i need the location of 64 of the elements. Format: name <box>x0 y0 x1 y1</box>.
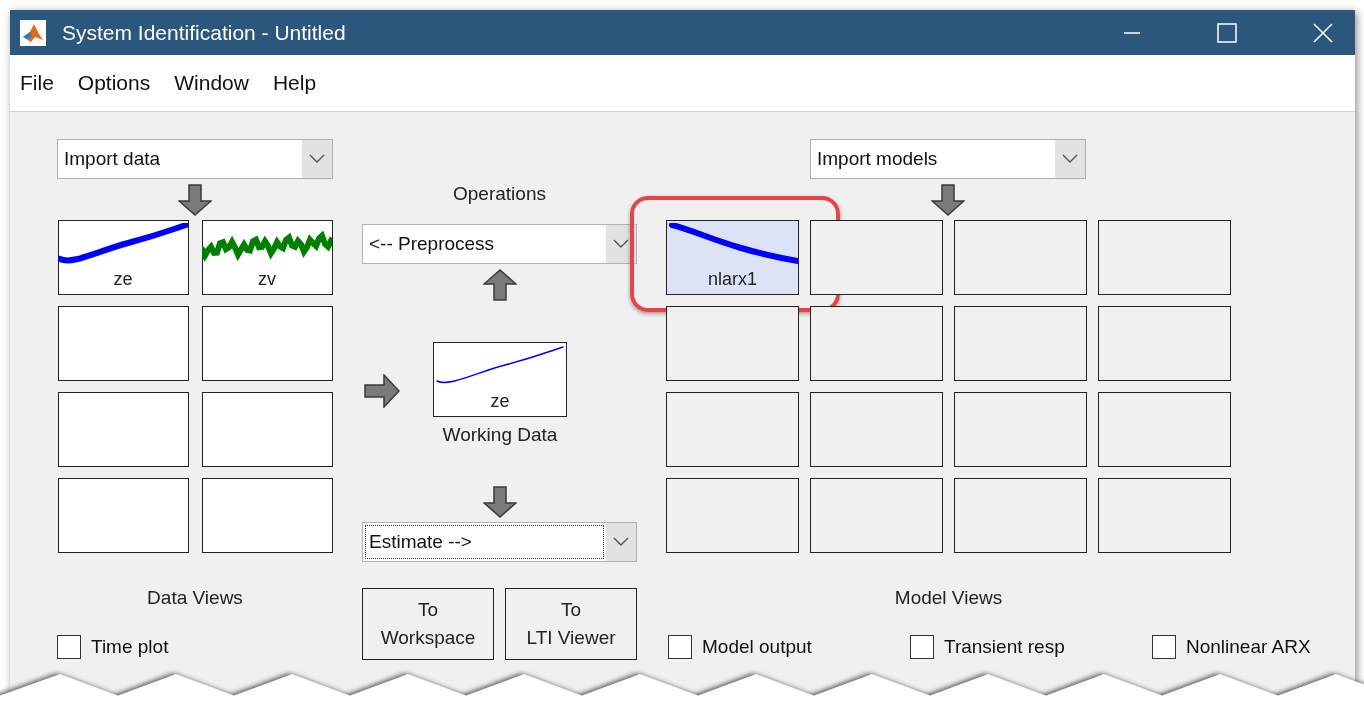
checkbox-label: Nonlinear ARX <box>1186 636 1311 658</box>
down-arrow-icon <box>931 184 965 216</box>
empty-slot[interactable] <box>954 220 1087 295</box>
empty-slot[interactable] <box>666 478 799 553</box>
data-board[interactable]: nlarx1 <box>666 220 799 295</box>
chevron-down-icon <box>309 154 325 164</box>
empty-slot[interactable] <box>1098 478 1231 553</box>
board-label: nlarx1 <box>708 269 757 289</box>
empty-slot[interactable] <box>666 392 799 467</box>
views-heading: Data Views <box>147 587 243 609</box>
checkbox[interactable] <box>668 635 692 659</box>
empty-slot[interactable] <box>1098 306 1231 381</box>
maximize-icon[interactable] <box>1217 22 1237 43</box>
views-heading: Model Views <box>894 587 1003 609</box>
up-arrow-icon <box>482 269 517 301</box>
dropdown[interactable]: <-- Preprocess <box>362 224 637 264</box>
empty-slot[interactable] <box>666 306 799 381</box>
dropdown[interactable]: Import data <box>57 139 333 179</box>
empty-slot[interactable] <box>810 220 943 295</box>
board-label: ze <box>113 269 133 289</box>
empty-slot[interactable] <box>810 306 943 381</box>
empty-slot[interactable] <box>1098 392 1231 467</box>
empty-slot[interactable] <box>954 306 1087 381</box>
down-arrow-icon <box>178 184 212 216</box>
right-arrow-icon <box>364 374 400 408</box>
data-board[interactable]: ze <box>433 342 567 417</box>
empty-slot[interactable] <box>57 392 189 467</box>
empty-slot[interactable] <box>201 306 333 381</box>
checkbox[interactable] <box>910 635 934 659</box>
empty-slot[interactable] <box>201 392 333 467</box>
peak-logo-icon <box>20 19 46 46</box>
empty-slot[interactable] <box>1098 220 1231 295</box>
chevron-down-icon <box>1062 154 1078 164</box>
checkbox-label: Transient resp <box>944 636 1065 658</box>
export-button[interactable]: To Workspace <box>362 588 494 660</box>
menu-item[interactable]: Options <box>70 67 168 99</box>
empty-slot[interactable] <box>57 306 189 381</box>
checkbox[interactable] <box>1152 635 1176 659</box>
checkbox-label: Model output <box>702 636 812 658</box>
down-arrow-icon <box>482 486 517 518</box>
export-button[interactable]: To LTI Viewer <box>505 588 637 660</box>
checkbox[interactable] <box>57 635 81 659</box>
data-board[interactable]: ze <box>57 220 189 295</box>
empty-slot[interactable] <box>57 478 189 553</box>
dropdown[interactable]: Estimate --> <box>362 522 637 562</box>
menu-item[interactable]: Help <box>265 67 334 99</box>
empty-slot[interactable] <box>810 478 943 553</box>
chevron-down-icon <box>613 537 629 547</box>
chevron-down-icon <box>613 239 629 249</box>
menu-item[interactable]: File <box>10 67 71 99</box>
empty-slot[interactable] <box>201 478 333 553</box>
checkbox-label: Time plot <box>91 636 169 658</box>
board-label: zv <box>258 269 276 289</box>
empty-slot[interactable] <box>810 392 943 467</box>
working-data-caption: Working Data <box>442 424 558 446</box>
empty-slot[interactable] <box>954 392 1087 467</box>
dropdown[interactable]: Import models <box>810 139 1086 179</box>
window-title: System Identification - Untitled <box>62 20 347 45</box>
operations-heading: Operations <box>453 183 546 205</box>
empty-slot[interactable] <box>954 478 1087 553</box>
menu-item[interactable]: Window <box>167 67 266 99</box>
board-label: ze <box>490 391 510 411</box>
close-icon[interactable] <box>1313 22 1333 43</box>
data-board[interactable]: zv <box>201 220 333 295</box>
